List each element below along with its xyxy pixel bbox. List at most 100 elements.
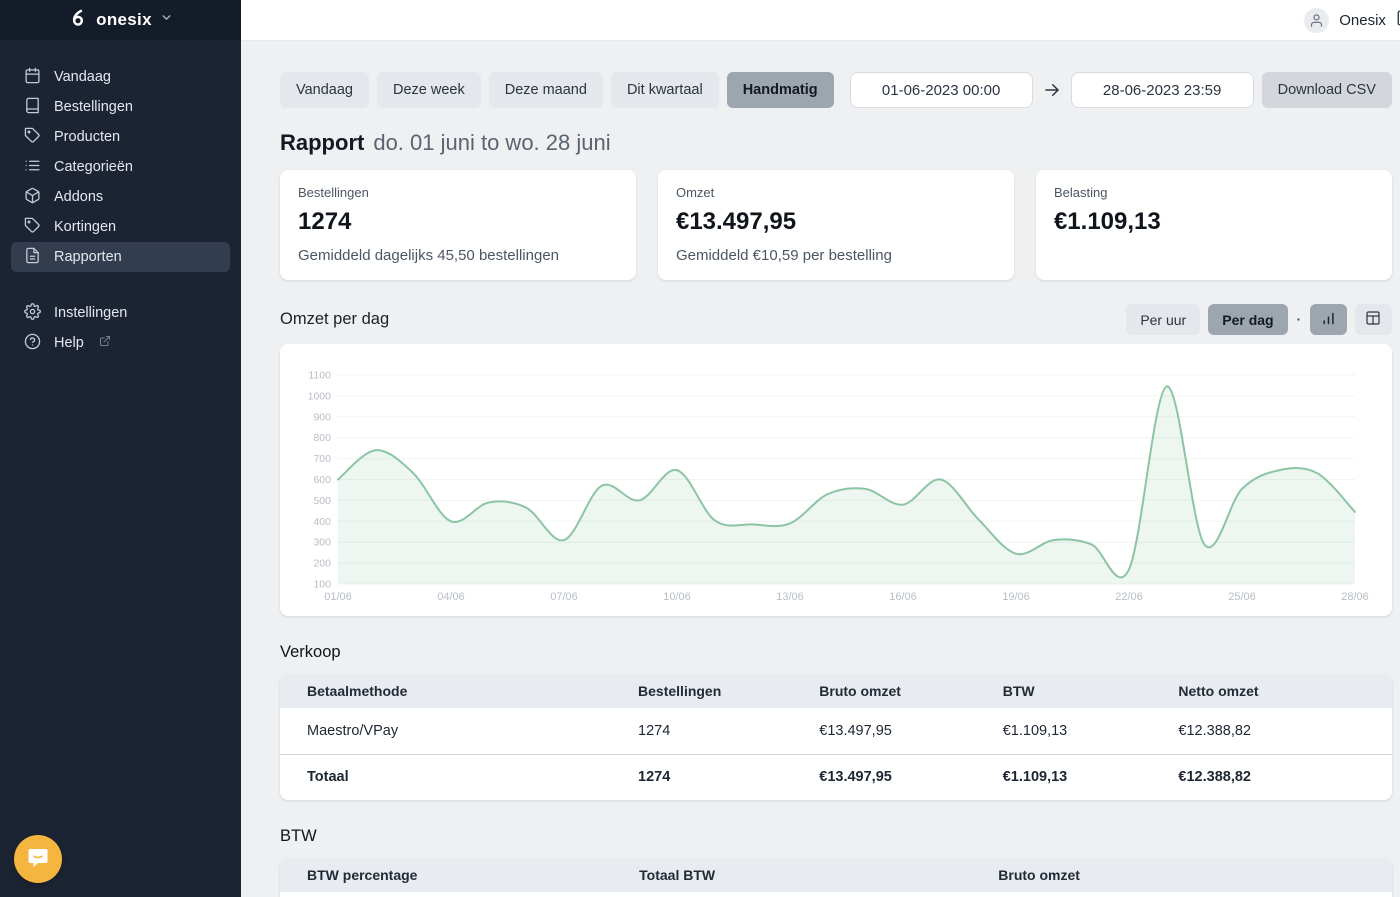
sidebar-item-vandaag[interactable]: Vandaag [11, 62, 230, 92]
cell-netto-omzet: €12.388,82 [1178, 708, 1392, 754]
column-header: BTW percentage [280, 858, 639, 892]
sidebar-item-rapporten[interactable]: Rapporten [11, 242, 230, 272]
per-dag-toggle[interactable]: Per dag [1208, 304, 1287, 335]
top-bar: Onesix [241, 0, 1400, 40]
date-to-input[interactable] [1071, 72, 1254, 108]
sidebar-item-label: Instellingen [54, 305, 127, 321]
svg-text:01/06: 01/06 [324, 591, 352, 603]
table-row [280, 892, 1392, 897]
cell-total-btw: €1.109,13 [1003, 754, 1179, 800]
sidebar-logo-bar[interactable]: onesix [0, 0, 241, 40]
cell-betaalmethode: Maestro/VPay [280, 708, 638, 754]
table-grid-icon [1365, 310, 1381, 329]
sidebar-item-addons[interactable]: Addons [11, 182, 230, 212]
omzet-chart-card: 1002003004005006007008009001000110001/06… [280, 344, 1392, 616]
sidebar-item-instellingen[interactable]: Instellingen [11, 298, 230, 328]
cell-total-label: Totaal [280, 754, 638, 800]
logout-icon[interactable] [1396, 9, 1400, 32]
column-header: Netto omzet [1178, 674, 1392, 708]
svg-text:400: 400 [313, 516, 331, 528]
svg-text:800: 800 [313, 432, 331, 444]
sidebar-item-label: Kortingen [54, 219, 116, 235]
arrow-right-icon [1041, 81, 1063, 99]
svg-text:300: 300 [313, 537, 331, 549]
cell-total-netto: €12.388,82 [1178, 754, 1392, 800]
preset-vandaag-button[interactable]: Vandaag [280, 72, 369, 108]
sidebar-item-kortingen[interactable]: Kortingen [11, 212, 230, 242]
svg-text:25/06: 25/06 [1228, 591, 1256, 603]
verkoop-table: Betaalmethode Bestellingen Bruto omzet B… [280, 674, 1392, 800]
chat-bubble-icon [26, 845, 50, 874]
help-circle-icon [24, 333, 41, 354]
svg-text:900: 900 [313, 411, 331, 423]
btw-table: BTW percentage Totaal BTW Bruto omzet [280, 858, 1392, 897]
stat-value: 1274 [298, 208, 618, 236]
svg-text:700: 700 [313, 453, 331, 465]
per-uur-toggle[interactable]: Per uur [1126, 304, 1200, 335]
svg-text:28/06: 28/06 [1341, 591, 1369, 603]
sidebar-item-label: Help [54, 335, 84, 351]
sidebar-item-bestellingen[interactable]: Bestellingen [11, 92, 230, 122]
svg-text:22/06: 22/06 [1115, 591, 1143, 603]
avatar[interactable] [1304, 8, 1329, 33]
svg-text:600: 600 [313, 474, 331, 486]
date-from-input[interactable] [850, 72, 1033, 108]
table-row: Maestro/VPay 1274 €13.497,95 €1.109,13 €… [280, 708, 1392, 754]
preset-deze-maand-button[interactable]: Deze maand [489, 72, 603, 108]
gear-icon [24, 303, 41, 324]
chat-widget-button[interactable] [14, 835, 62, 883]
stat-label: Belasting [1054, 185, 1374, 200]
svg-text:10/06: 10/06 [663, 591, 691, 603]
column-header: Bruto omzet [998, 858, 1392, 892]
stat-card-belasting: Belasting €1.109,13 [1036, 170, 1392, 280]
sidebar-item-label: Rapporten [54, 249, 122, 265]
verkoop-header-row: Betaalmethode Bestellingen Bruto omzet B… [280, 674, 1392, 708]
tag-icon [24, 217, 41, 238]
svg-text:100: 100 [313, 579, 331, 591]
preset-deze-week-button[interactable]: Deze week [377, 72, 481, 108]
verkoop-title: Verkoop [280, 643, 1392, 662]
column-header: Totaal BTW [639, 858, 998, 892]
preset-handmatig-button[interactable]: Handmatig [727, 72, 834, 108]
sidebar-item-label: Producten [54, 129, 120, 145]
stat-card-bestellingen: Bestellingen 1274 Gemiddeld dagelijks 45… [280, 170, 636, 280]
column-header: Bestellingen [638, 674, 819, 708]
file-text-icon [24, 247, 41, 268]
sidebar-nav: Vandaag Bestellingen Producten Categorie… [0, 40, 241, 358]
stat-value: €1.109,13 [1054, 208, 1374, 236]
svg-text:200: 200 [313, 558, 331, 570]
btw-table-card: BTW percentage Totaal BTW Bruto omzet [280, 858, 1392, 897]
sidebar-item-producten[interactable]: Producten [11, 122, 230, 152]
stat-subtext: Gemiddeld dagelijks 45,50 bestellingen [298, 247, 618, 264]
svg-text:500: 500 [313, 495, 331, 507]
sidebar-item-label: Bestellingen [54, 99, 133, 115]
sidebar-item-categorieen[interactable]: Categorieën [11, 152, 230, 182]
main-area: Onesix Vandaag Deze week Deze maand Dit … [241, 0, 1400, 897]
report-subtitle: do. 01 juni to wo. 28 juni [373, 130, 610, 156]
btw-title: BTW [280, 827, 1392, 846]
stat-value: €13.497,95 [676, 208, 996, 236]
cell-total-bestellingen: 1274 [638, 754, 819, 800]
table-view-button[interactable] [1355, 304, 1392, 335]
stat-card-omzet: Omzet €13.497,95 Gemiddeld €10,59 per be… [658, 170, 1014, 280]
column-header: BTW [1003, 674, 1179, 708]
content: Vandaag Deze week Deze maand Dit kwartaa… [241, 40, 1400, 897]
download-csv-button[interactable]: Download CSV [1262, 72, 1392, 108]
svg-text:07/06: 07/06 [550, 591, 578, 603]
sidebar-item-label: Vandaag [54, 69, 111, 85]
stat-cards: Bestellingen 1274 Gemiddeld dagelijks 45… [280, 170, 1392, 280]
sidebar: onesix Vandaag Bestellingen Producten Ca… [0, 0, 241, 897]
onesix-logo-icon [68, 8, 88, 33]
omzet-per-dag-chart: 1002003004005006007008009001000110001/06… [280, 344, 1392, 616]
chart-controls: Per uur Per dag · [1126, 304, 1392, 335]
stat-subtext: Gemiddeld €10,59 per bestelling [676, 247, 996, 264]
sidebar-item-help[interactable]: Help [11, 328, 230, 358]
preset-dit-kwartaal-button[interactable]: Dit kwartaal [611, 72, 719, 108]
btw-header-row: BTW percentage Totaal BTW Bruto omzet [280, 858, 1392, 892]
svg-text:19/06: 19/06 [1002, 591, 1030, 603]
chart-view-button[interactable] [1310, 304, 1347, 335]
chart-section-header: Omzet per dag Per uur Per dag · [280, 304, 1392, 335]
filter-row: Vandaag Deze week Deze maand Dit kwartaa… [280, 72, 1392, 108]
column-header: Bruto omzet [819, 674, 1002, 708]
report-title: Rapport [280, 130, 364, 156]
